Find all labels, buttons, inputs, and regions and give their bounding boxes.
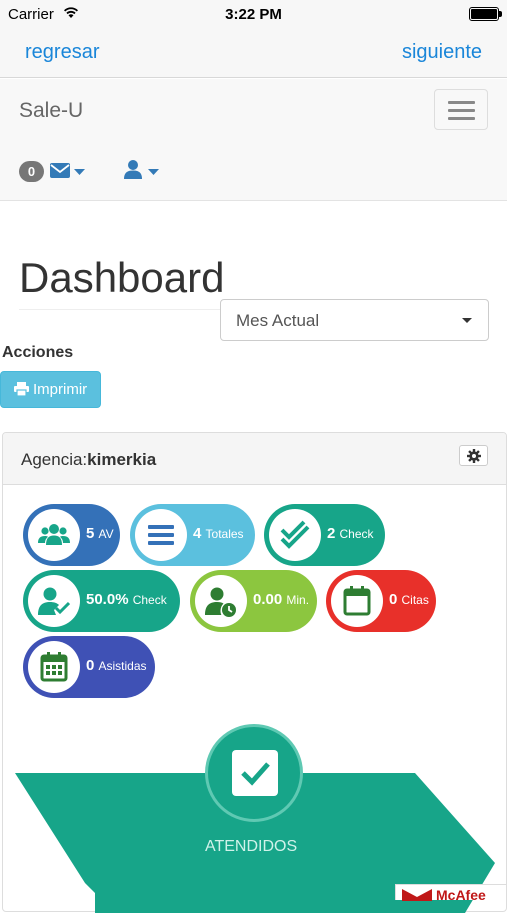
- group-icon: [38, 524, 70, 545]
- next-link[interactable]: siguiente: [402, 41, 482, 64]
- stat-icon-circle: [28, 509, 80, 561]
- attended-check-box: [232, 750, 278, 796]
- attended-label: ATENDIDOS: [205, 838, 298, 855]
- stat-pill-minutes[interactable]: 0.00 Min.: [190, 570, 317, 632]
- stat-unit: Citas: [401, 593, 429, 607]
- stat-number: 50.0%: [86, 591, 129, 608]
- security-badge-text: McAfee: [436, 887, 486, 903]
- print-button[interactable]: Imprimir: [0, 371, 101, 408]
- calendar-icon: [343, 586, 371, 616]
- hamburger-bar: [448, 101, 475, 104]
- double-check-icon: [280, 520, 310, 549]
- battery-nub: [499, 11, 502, 17]
- stat-icon-circle: [269, 509, 321, 561]
- brand-name[interactable]: Sale-U: [19, 99, 83, 123]
- user-clock-icon: [205, 587, 236, 617]
- stat-value: 0.00 Min.: [253, 591, 309, 608]
- stat-pill-percent-check[interactable]: 50.0% Check: [23, 570, 180, 632]
- webview-nav: regresar siguiente: [0, 28, 507, 78]
- agency-name: kimerkia: [87, 450, 157, 469]
- stat-pill-totales[interactable]: 4 Totales: [130, 504, 255, 566]
- user-check-icon: [38, 587, 70, 615]
- stat-number: 5: [86, 525, 95, 542]
- title-divider: [19, 309, 249, 310]
- back-link[interactable]: regresar: [25, 41, 99, 64]
- period-select-value: Mes Actual: [236, 311, 320, 330]
- clock: 3:22 PM: [225, 6, 282, 23]
- stat-value: 2 Check: [327, 525, 374, 542]
- battery-icon: [469, 7, 499, 21]
- period-select[interactable]: Mes Actual: [220, 299, 489, 341]
- stat-icon-circle: [28, 641, 80, 693]
- stat-value: 5 AV: [86, 525, 114, 542]
- check-icon: [241, 762, 270, 786]
- stat-number: 0: [389, 591, 398, 608]
- stat-icon-circle: [331, 575, 383, 627]
- stat-value: 4 Totales: [193, 525, 244, 542]
- user-icon[interactable]: [124, 160, 142, 179]
- stat-icon-circle: [28, 575, 80, 627]
- stat-pill-av[interactable]: 5 AV: [23, 504, 120, 566]
- calendar-grid-icon: [40, 652, 68, 682]
- app-navbar: Sale-U 0: [0, 79, 507, 201]
- stat-unit: Check: [339, 527, 374, 541]
- stat-unit: AV: [98, 527, 114, 541]
- agency-title: Agencia:kimerkia: [21, 450, 156, 470]
- envelope-icon[interactable]: [50, 163, 70, 178]
- print-button-label: Imprimir: [33, 381, 88, 398]
- chevron-down-icon: [462, 318, 472, 323]
- stat-number: 4: [193, 525, 202, 542]
- settings-button[interactable]: [459, 445, 488, 466]
- stat-number: 0.00: [253, 591, 283, 608]
- menu-toggle-button[interactable]: [434, 89, 488, 130]
- mcafee-logo-icon: [402, 889, 432, 901]
- list-icon: [148, 525, 174, 545]
- stat-value: 0 Asistidas: [86, 657, 147, 674]
- stat-unit: Asistidas: [98, 659, 147, 673]
- stat-icon-circle: [195, 575, 247, 627]
- page-title: Dashboard: [19, 254, 225, 301]
- stat-unit: Min.: [286, 593, 310, 607]
- status-bar: Carrier 3:22 PM: [0, 0, 507, 28]
- security-badge: McAfee: [395, 884, 507, 903]
- gear-icon: [467, 449, 481, 463]
- stat-value: 50.0% Check: [86, 591, 167, 608]
- agency-label: Agencia:: [21, 450, 88, 469]
- actions-heading: Acciones: [2, 344, 74, 361]
- stat-unit: Check: [132, 593, 167, 607]
- message-count-badge: 0: [19, 161, 44, 182]
- panel-header: Agencia:kimerkia: [3, 433, 506, 485]
- printer-icon: [14, 382, 29, 396]
- stat-number: 2: [327, 525, 336, 542]
- stat-value: 0 Citas: [389, 591, 429, 608]
- chevron-down-icon[interactable]: [74, 169, 85, 175]
- stat-number: 0: [86, 657, 95, 674]
- chevron-down-icon[interactable]: [148, 169, 159, 175]
- stat-pill-citas[interactable]: 0 Citas: [326, 570, 436, 632]
- stat-pill-asistidas[interactable]: 0 Asistidas: [23, 636, 155, 698]
- attended-circle: [205, 724, 303, 822]
- hamburger-bar: [448, 117, 475, 120]
- stat-pill-check[interactable]: 2 Check: [264, 504, 385, 566]
- hamburger-bar: [448, 109, 475, 112]
- stat-icon-circle: [135, 509, 187, 561]
- stat-unit: Totales: [205, 527, 244, 541]
